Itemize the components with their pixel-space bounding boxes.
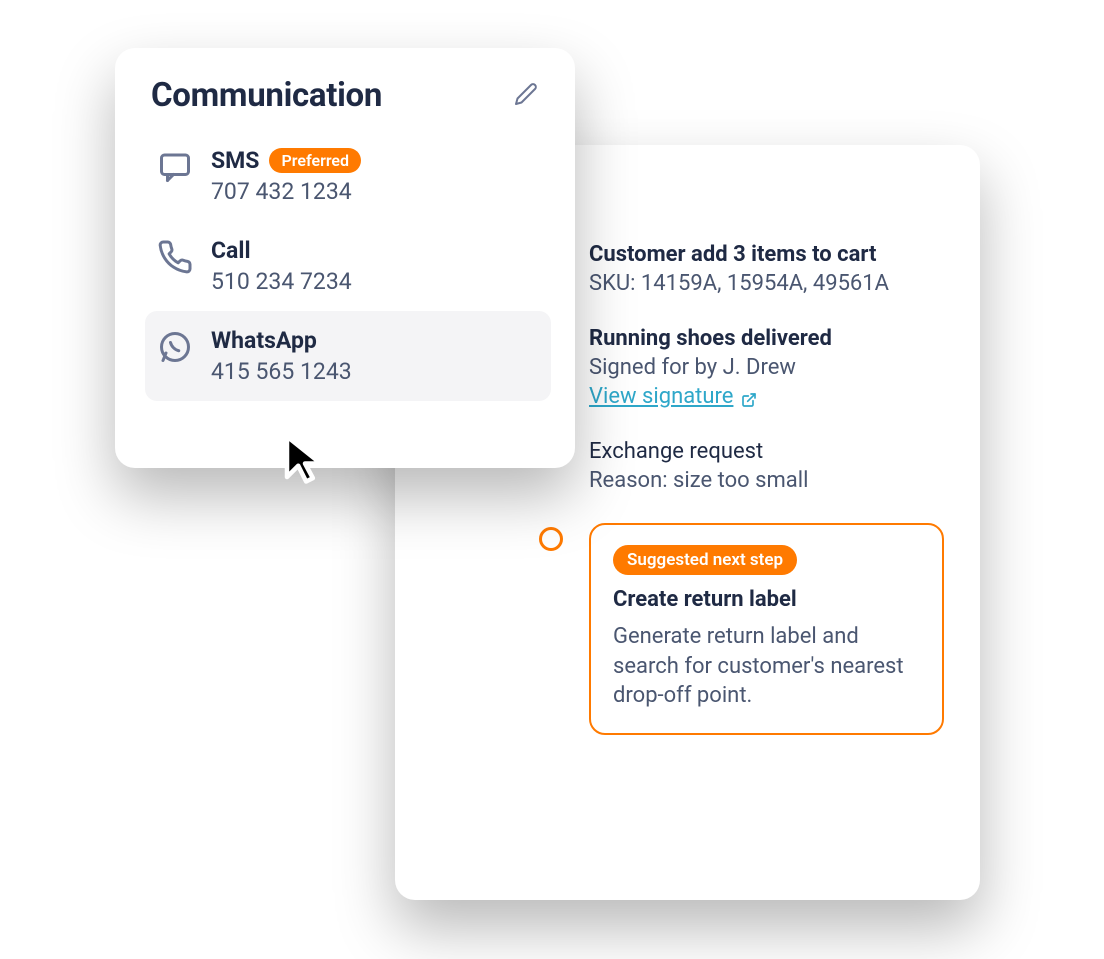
communication-item-value: 707 432 1234 — [211, 178, 361, 205]
communication-header: Communication — [145, 76, 551, 121]
activity-item-subtitle: Reason: size too small — [589, 468, 944, 493]
message-icon — [157, 149, 193, 185]
communication-card: Communication SMS Preferred 707 43 — [115, 48, 575, 468]
external-link-icon — [741, 389, 757, 405]
phone-icon — [157, 239, 193, 275]
whatsapp-icon — [157, 329, 193, 365]
pencil-icon — [514, 82, 538, 109]
communication-title: Communication — [151, 76, 382, 115]
communication-item-label: SMS — [211, 147, 259, 174]
communication-item-label: Call — [211, 237, 251, 264]
communication-item-label: WhatsApp — [211, 327, 317, 354]
activity-item-title: Exchange request — [589, 439, 944, 464]
edit-button[interactable] — [509, 79, 543, 113]
activity-item-title: Running shoes delivered — [589, 326, 944, 351]
activity-item-subtitle: Signed for by J. Drew — [589, 355, 944, 380]
communication-item-call[interactable]: Call 510 234 7234 — [145, 221, 551, 311]
suggestion-description: Generate return label and search for cus… — [613, 622, 920, 711]
communication-item-value: 510 234 7234 — [211, 268, 352, 295]
communication-item-value: 415 565 1243 — [211, 358, 352, 385]
link-label: View signature — [589, 384, 733, 409]
view-signature-link[interactable]: View signature — [589, 384, 757, 409]
suggestion-card[interactable]: Suggested next step Create return label … — [589, 523, 944, 735]
activity-item-suggestion: Suggested next step Create return label … — [431, 523, 944, 735]
suggestion-badge: Suggested next step — [613, 545, 797, 575]
communication-item-sms[interactable]: SMS Preferred 707 432 1234 — [145, 131, 551, 221]
status-next-icon — [539, 527, 563, 551]
preferred-badge: Preferred — [269, 148, 361, 173]
activity-item-subtitle: SKU: 14159A, 15954A, 49561A — [589, 271, 944, 296]
communication-list: SMS Preferred 707 432 1234 Call 510 234 … — [145, 131, 551, 401]
suggestion-title: Create return label — [613, 587, 920, 612]
activity-item-title: Customer add 3 items to cart — [589, 242, 944, 267]
communication-item-whatsapp[interactable]: WhatsApp 415 565 1243 — [145, 311, 551, 401]
